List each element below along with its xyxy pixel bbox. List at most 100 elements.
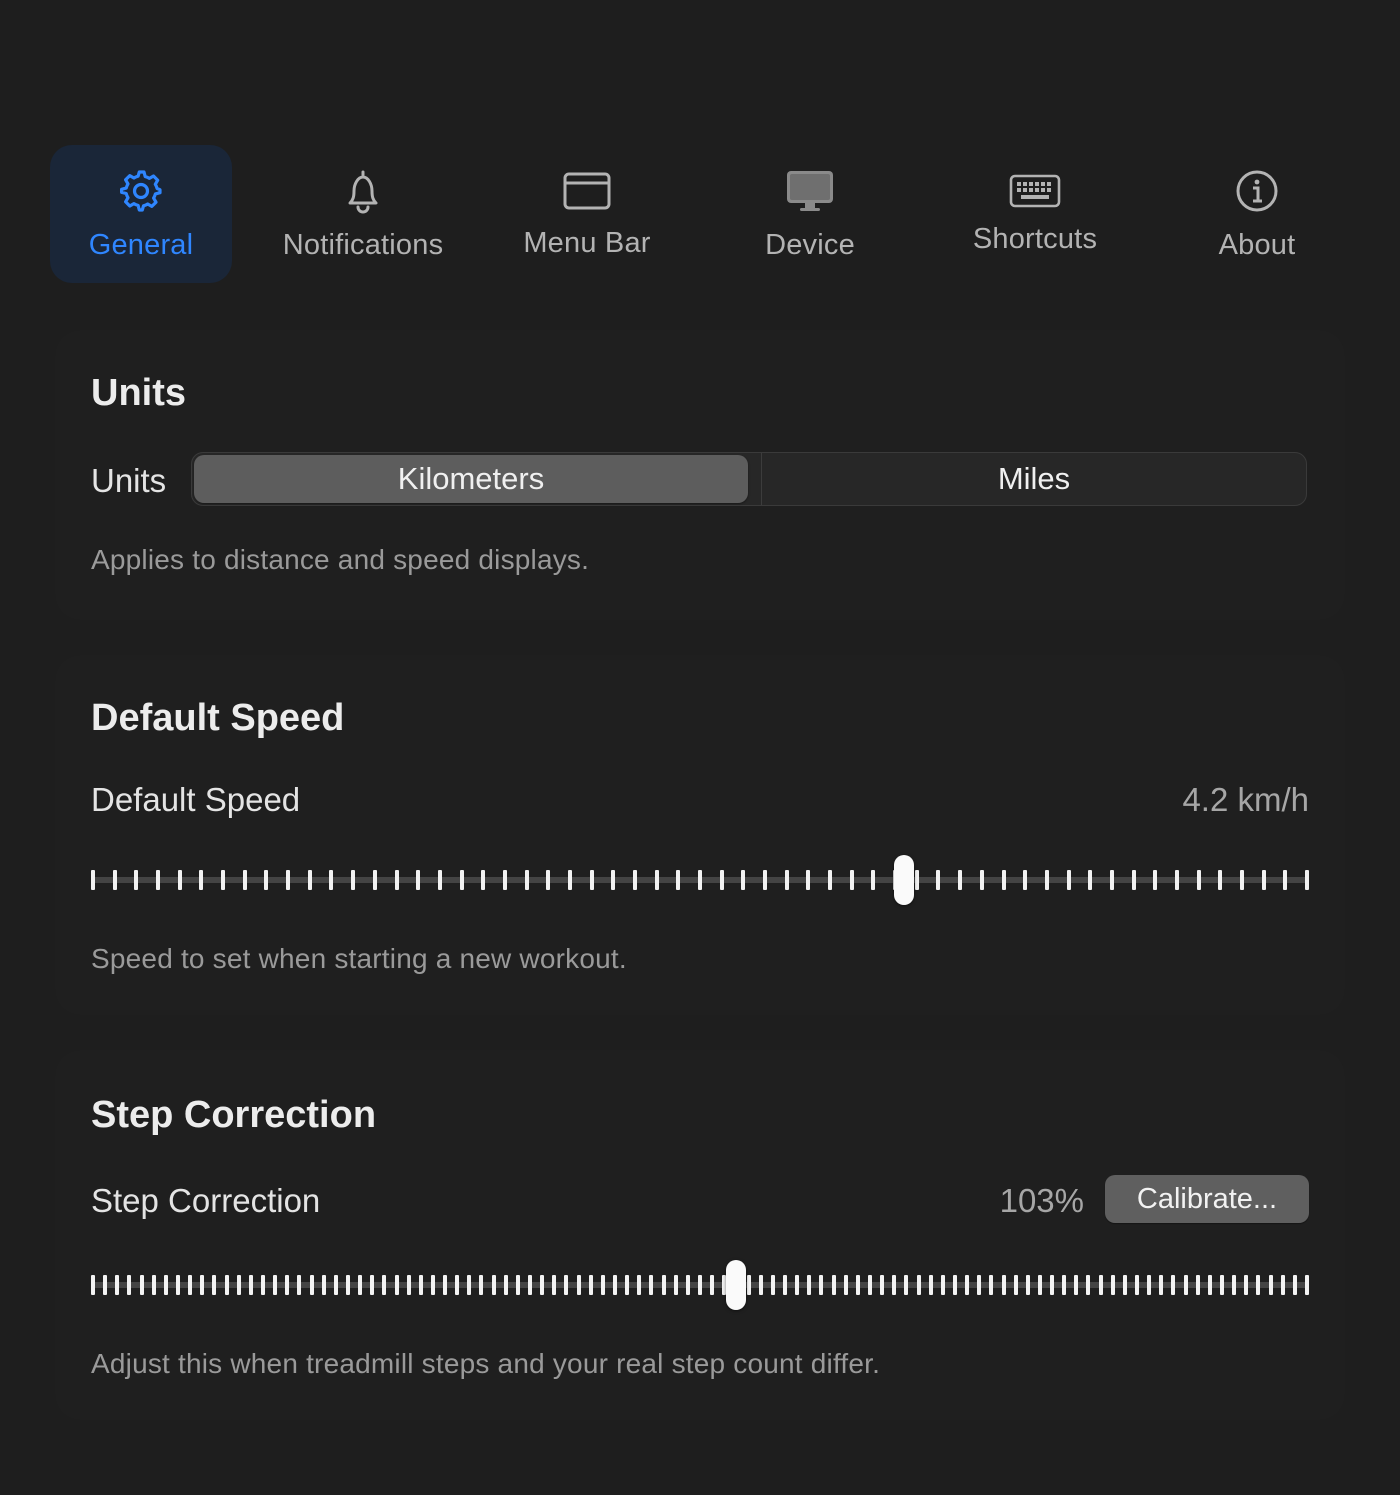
slider-tick — [1207, 1275, 1212, 1295]
units-segmented-control: Kilometers Miles — [191, 452, 1307, 506]
slider-tick — [260, 1275, 265, 1295]
slider-tick — [1025, 1275, 1030, 1295]
slider-tick — [382, 1275, 387, 1295]
slider-thumb[interactable] — [725, 1260, 746, 1310]
slider-tick — [115, 1275, 120, 1295]
slider-tick — [286, 870, 291, 890]
step-correction-row-label: Step Correction — [91, 1182, 321, 1219]
slider-tick — [309, 1275, 314, 1295]
slider-tick — [177, 870, 182, 890]
slider-tick — [333, 1275, 338, 1295]
slider-tick — [673, 1275, 678, 1295]
slider-tick — [758, 1275, 763, 1295]
tab-device-label: Device — [765, 229, 855, 261]
slider-tick — [831, 1275, 836, 1295]
slider-tick — [914, 870, 919, 890]
slider-tick — [849, 870, 854, 890]
slider-tick — [952, 1275, 957, 1295]
tab-shortcuts[interactable]: Shortcuts — [944, 145, 1126, 283]
slider-tick — [139, 1275, 144, 1295]
slider-tick — [1196, 870, 1201, 890]
slider-tick — [264, 870, 269, 890]
slider-tick — [236, 1275, 241, 1295]
tab-about[interactable]: About — [1166, 145, 1348, 283]
slider-tick — [676, 870, 681, 890]
slider-tick — [819, 1275, 824, 1295]
slider-tick — [221, 870, 226, 890]
slider-tick — [1261, 870, 1266, 890]
slider-thumb[interactable] — [893, 855, 914, 905]
slider-tick — [455, 1275, 460, 1295]
segment-miles-label: Miles — [997, 461, 1071, 496]
tab-menu-bar[interactable]: Menu Bar — [496, 145, 678, 283]
preferences-toolbar: General Notifications Menu Bar Device Sh… — [50, 145, 1350, 285]
tab-general-label: General — [88, 229, 194, 261]
slider-tick — [1174, 870, 1179, 890]
slider-tick — [345, 1275, 350, 1295]
slider-tick — [600, 1275, 605, 1295]
slider-tick — [1044, 870, 1049, 890]
slider-tick — [199, 870, 204, 890]
tab-notifications[interactable]: Notifications — [272, 145, 454, 283]
slider-tick — [1062, 1275, 1067, 1295]
default-speed-section-title: Default Speed — [91, 697, 345, 739]
slider-tick — [443, 1275, 448, 1295]
slider-tick — [552, 1275, 557, 1295]
slider-tick — [1013, 1275, 1018, 1295]
slider-tick — [127, 1275, 132, 1295]
units-section: Units Units Kilometers Miles Applies to … — [55, 330, 1345, 620]
segment-miles[interactable]: Miles — [762, 453, 1306, 505]
slider-tick — [1195, 1275, 1200, 1295]
slider-tick — [212, 1275, 217, 1295]
slider-tick — [613, 1275, 618, 1295]
slider-tick — [1292, 1275, 1297, 1295]
window-icon — [561, 165, 613, 217]
step-correction-slider[interactable] — [91, 1260, 1309, 1310]
slider-tick — [503, 1275, 508, 1295]
slider-tick — [1001, 1275, 1006, 1295]
tab-general[interactable]: General — [50, 145, 232, 283]
segment-kilometers[interactable]: Kilometers — [194, 455, 748, 503]
slider-tick — [524, 870, 529, 890]
slider-tick — [1074, 1275, 1079, 1295]
slider-ticks — [91, 1275, 1309, 1295]
slider-tick — [151, 1275, 156, 1295]
slider-tick — [1280, 1275, 1285, 1295]
slider-tick — [394, 1275, 399, 1295]
slider-tick — [297, 1275, 302, 1295]
slider-tick — [649, 1275, 654, 1295]
slider-tick — [892, 1275, 897, 1295]
slider-tick — [685, 1275, 690, 1295]
slider-tick — [1147, 1275, 1152, 1295]
slider-tick — [1037, 1275, 1042, 1295]
slider-tick — [1239, 870, 1244, 890]
default-speed-row-label: Default Speed — [91, 781, 301, 818]
slider-tick — [625, 1275, 630, 1295]
tab-device[interactable]: Device — [719, 145, 901, 283]
slider-tick — [307, 870, 312, 890]
default-speed-section: Default Speed Default Speed 4.2 km/h Spe… — [55, 655, 1345, 1015]
slider-tick — [567, 870, 572, 890]
step-correction-caption: Adjust this when treadmill steps and you… — [91, 1348, 881, 1379]
slider-tick — [134, 870, 139, 890]
slider-tick — [1098, 1275, 1103, 1295]
slider-tick — [1305, 1275, 1309, 1295]
slider-tick — [1122, 1275, 1127, 1295]
slider-tick — [843, 1275, 848, 1295]
default-speed-slider[interactable] — [91, 855, 1309, 905]
slider-tick — [940, 1275, 945, 1295]
slider-tick — [928, 1275, 933, 1295]
slider-tick — [248, 1275, 253, 1295]
keyboard-icon — [1009, 165, 1061, 217]
slider-tick — [880, 1275, 885, 1295]
slider-tick — [784, 870, 789, 890]
slider-tick — [741, 870, 746, 890]
slider-tick — [770, 1275, 775, 1295]
slider-tick — [782, 1275, 787, 1295]
slider-tick — [632, 870, 637, 890]
slider-tick — [1283, 870, 1288, 890]
calibrate-button[interactable]: Calibrate... — [1105, 1175, 1309, 1223]
slider-tick — [637, 1275, 642, 1295]
tab-menu-bar-label: Menu Bar — [523, 227, 651, 259]
slider-tick — [871, 870, 876, 890]
